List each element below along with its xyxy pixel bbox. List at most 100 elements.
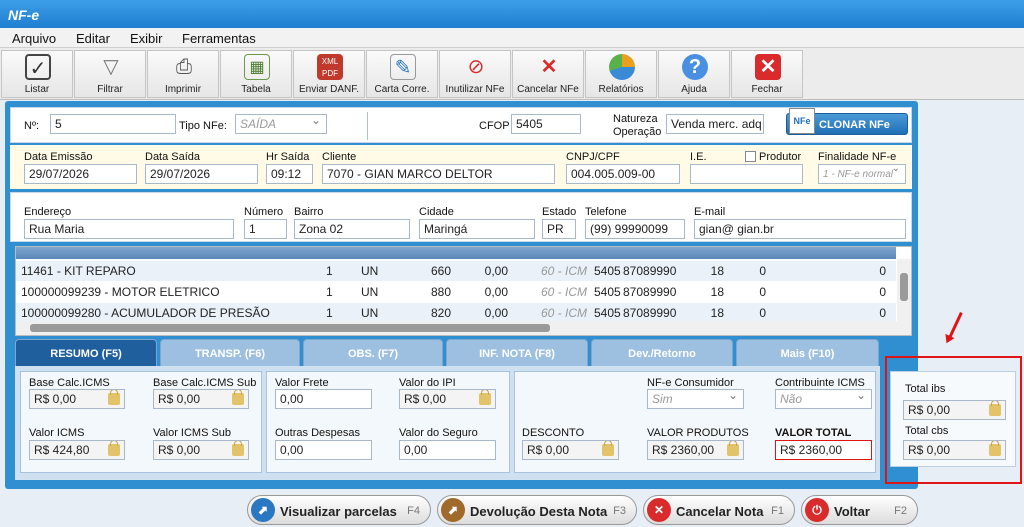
close-icon: ✕ — [755, 54, 781, 80]
hr-saida-field[interactable]: 09:12 — [266, 164, 313, 184]
item-un: UN — [361, 264, 379, 278]
imprimir-button[interactable]: ⎙ Imprimir — [147, 50, 219, 98]
tab-strip: RESUMO (F5) TRANSP. (F6) OBS. (F7) INF. … — [15, 339, 880, 367]
devolucao-nota-button[interactable]: ⬈ Devolução Desta Nota F3 — [437, 495, 637, 525]
finalidade-select[interactable]: 1 - NF-e normal — [818, 164, 906, 184]
numero-endereco-field[interactable]: 1 — [244, 219, 287, 239]
tab-dev-retorno[interactable]: Dev./Retorno — [591, 339, 733, 367]
grid-horizontal-scrollbar[interactable] — [16, 321, 911, 335]
data-saida-field[interactable]: 29/07/2026 — [145, 164, 258, 184]
cancelar-nfe-button[interactable]: ✕ Cancelar NFe — [512, 50, 584, 98]
menu-exibir[interactable]: Exibir — [130, 31, 163, 46]
grid-vertical-scrollbar[interactable] — [897, 259, 911, 321]
endereco-field[interactable]: Rua Maria — [24, 219, 234, 239]
visualizar-parcelas-button[interactable]: ⬈ Visualizar parcelas F4 — [247, 495, 431, 525]
toolbar-label: Cancelar NFe — [517, 84, 579, 95]
toolbar: ✓ Listar ▽ Filtrar ⎙ Imprimir ▦ Tabela X… — [0, 48, 1024, 100]
fechar-button[interactable]: ✕ Fechar — [731, 50, 803, 98]
xml-pdf-icon: XML PDF — [317, 54, 343, 80]
item-dev: 0 — [879, 285, 886, 299]
estado-field[interactable]: PR — [542, 219, 576, 239]
relatorios-button[interactable]: Relatórios — [585, 50, 657, 98]
cnpj-field[interactable]: 004.005.009-00 — [566, 164, 680, 184]
hr-saida-label: Hr Saída — [266, 151, 310, 163]
valor-produtos-label: VALOR PRODUTOS — [647, 427, 749, 439]
item-ipi: 0 — [759, 306, 766, 320]
produtor-label: Produtor — [759, 151, 802, 163]
cidade-label: Cidade — [419, 206, 454, 218]
email-field[interactable]: gian@ gian.br — [694, 219, 906, 239]
telefone-field[interactable]: (99) 99990099 — [585, 219, 685, 239]
voltar-button[interactable]: ⏻ Voltar F2 — [801, 495, 918, 525]
valor-total-label: VALOR TOTAL — [775, 427, 852, 439]
tipo-nfe-select[interactable]: SAÍDA — [235, 114, 327, 134]
shortcut-key: F1 — [771, 505, 784, 517]
tab-inf-nota[interactable]: INF. NOTA (F8) — [446, 339, 588, 367]
item-description: 100000099280 - ACUMULADOR DE PRESÃO — [21, 306, 270, 320]
cidade-field[interactable]: Maringá — [419, 219, 535, 239]
tabela-button[interactable]: ▦ Tabela — [220, 50, 292, 98]
frete-field[interactable]: 0,00 — [275, 389, 372, 409]
listar-button[interactable]: ✓ Listar — [1, 50, 73, 98]
scroll-thumb[interactable] — [30, 324, 550, 332]
button-label: Voltar — [834, 504, 870, 519]
lock-icon — [108, 390, 120, 405]
cancelar-nota-button[interactable]: ✕ Cancelar Nota F1 — [643, 495, 795, 525]
tab-transp[interactable]: TRANSP. (F6) — [160, 339, 300, 367]
produtor-checkbox[interactable] — [745, 151, 756, 162]
table-row[interactable]: 100000099280 - ACUMULADOR DE PRESÃO 1 UN… — [16, 303, 896, 323]
lock-icon — [602, 441, 614, 456]
ie-field[interactable] — [690, 164, 803, 184]
item-st: 60 - ICM — [541, 285, 588, 299]
bairro-field[interactable]: Zona 02 — [294, 219, 410, 239]
ajuda-button[interactable]: ? Ajuda — [658, 50, 730, 98]
grid-header — [16, 247, 896, 259]
toolbar-label: Ajuda — [681, 84, 707, 95]
base-icms-field: R$ 0,00 — [29, 389, 125, 409]
help-icon: ? — [682, 54, 708, 80]
item-aliq: 18 — [710, 285, 724, 299]
scroll-thumb[interactable] — [900, 273, 908, 301]
item-st: 60 - ICM — [541, 264, 588, 278]
outras-despesas-field[interactable]: 0,00 — [275, 440, 372, 460]
toolbar-label: Relatórios — [598, 84, 644, 95]
view-installments-icon: ⬈ — [251, 498, 275, 522]
ipi-value: R$ 0,00 — [404, 392, 447, 406]
natureza-field[interactable]: Venda merc. adq — [666, 114, 764, 134]
finalidade-label: Finalidade NF-e — [818, 151, 897, 163]
tab-label: INF. NOTA (F8) — [479, 348, 555, 360]
nfe-consumidor-select[interactable]: Sim — [647, 389, 744, 409]
menu-editar[interactable]: Editar — [76, 31, 110, 46]
inutilizar-nfe-button[interactable]: ⊘ Inutilizar NFe — [439, 50, 511, 98]
tab-obs[interactable]: OBS. (F7) — [303, 339, 443, 367]
highlight-box — [885, 356, 1022, 484]
seguro-label: Valor do Seguro — [399, 427, 478, 439]
carta-correcao-button[interactable]: ✎ Carta Corre. — [366, 50, 438, 98]
clonar-nfe-button[interactable]: NFe CLONAR NFe — [786, 108, 908, 135]
button-label: Cancelar Nota — [676, 504, 764, 519]
filtrar-button[interactable]: ▽ Filtrar — [74, 50, 146, 98]
pie-chart-icon — [609, 54, 635, 80]
item-qtd: 1 — [326, 306, 333, 320]
valor-icms-sub-value: R$ 0,00 — [158, 443, 201, 457]
red-x-icon: ✕ — [540, 56, 558, 78]
contribuinte-select[interactable]: Não — [775, 389, 872, 409]
data-emissao-field[interactable]: 29/07/2026 — [24, 164, 137, 184]
tab-label: Dev./Retorno — [628, 348, 696, 360]
tab-resumo[interactable]: RESUMO (F5) — [15, 339, 157, 367]
item-ipi: 0 — [759, 264, 766, 278]
menu-arquivo[interactable]: Arquivo — [12, 31, 56, 46]
numero-field[interactable]: 5 — [50, 114, 176, 134]
item-valor: 660 — [430, 264, 451, 278]
checklist-icon: ✓ — [25, 54, 51, 80]
seguro-field[interactable]: 0,00 — [399, 440, 496, 460]
enviar-danfe-button[interactable]: XML PDF Enviar DANF. — [293, 50, 365, 98]
cfop-field[interactable]: 5405 — [511, 114, 581, 134]
table-row[interactable]: 100000099239 - MOTOR ELETRICO 1 UN 880 0… — [16, 282, 896, 302]
menu-ferramentas[interactable]: Ferramentas — [182, 31, 256, 46]
cliente-field[interactable]: 7070 - GIAN MARCO DELTOR — [322, 164, 555, 184]
button-label: Devolução Desta Nota — [470, 504, 608, 519]
tab-label: TRANSP. (F6) — [194, 348, 266, 360]
table-row[interactable]: 11461 - KIT REPARO 1 UN 660 0,00 60 - IC… — [16, 261, 896, 281]
tab-mais[interactable]: Mais (F10) — [736, 339, 879, 367]
